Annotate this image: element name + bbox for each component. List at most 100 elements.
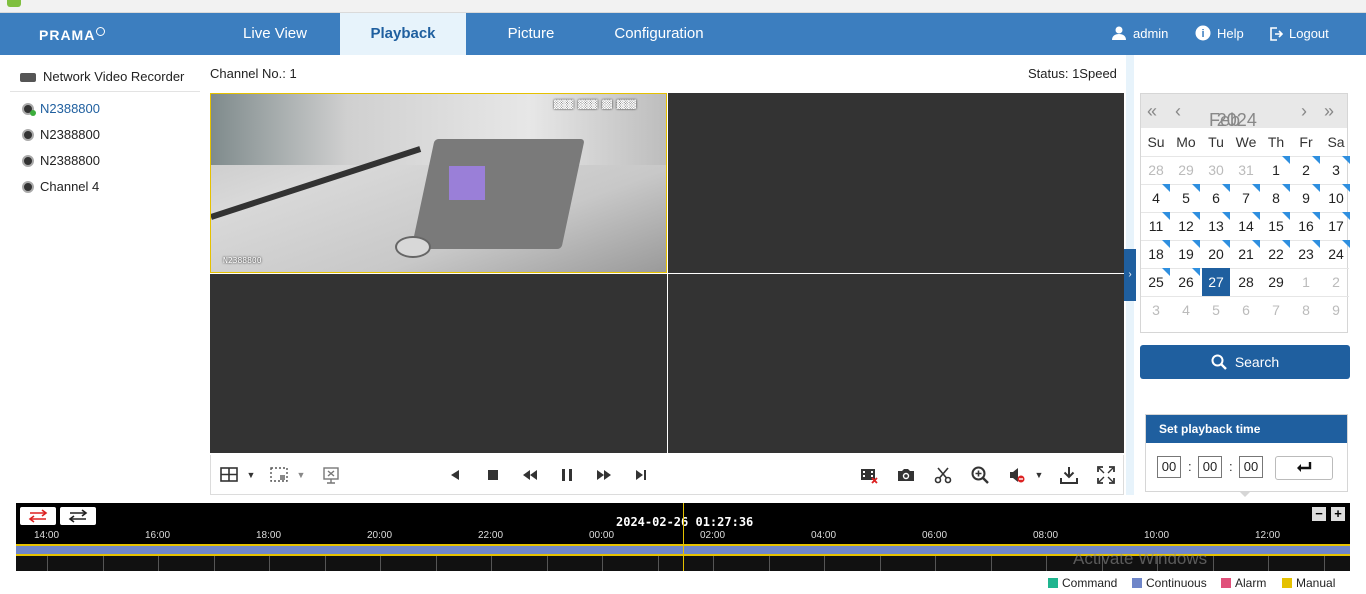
calendar-day[interactable]: 31 — [1232, 156, 1260, 184]
calendar-day[interactable]: 8 — [1262, 184, 1290, 212]
fullscreen-icon[interactable] — [1096, 465, 1116, 485]
next-month-icon[interactable]: › — [1301, 94, 1307, 128]
tree-item-channel-4[interactable]: Channel 4 — [10, 174, 200, 200]
timeline-scale-mark — [47, 556, 48, 571]
calendar-day[interactable]: 8 — [1292, 296, 1320, 324]
video-tile-2[interactable] — [668, 93, 1124, 273]
tree-item-channel-1[interactable]: N2388800 — [10, 96, 200, 122]
calendar-day[interactable]: 30 — [1202, 156, 1230, 184]
video-tile-4[interactable] — [668, 274, 1124, 453]
calendar-day[interactable]: 5 — [1172, 184, 1200, 212]
prev-month-icon[interactable]: ‹ — [1175, 94, 1181, 128]
calendar-day[interactable]: 21 — [1232, 240, 1260, 268]
collapse-panel-chevron-icon[interactable]: › — [1124, 249, 1136, 301]
calendar-day[interactable]: 28 — [1232, 268, 1260, 296]
tree-item-channel-2[interactable]: N2388800 — [10, 122, 200, 148]
help-link[interactable]: i Help — [1195, 13, 1244, 55]
fast-forward-icon[interactable] — [594, 465, 614, 485]
stop-icon[interactable] — [483, 465, 503, 485]
tab-live-view[interactable]: Live View — [211, 13, 339, 55]
calendar-day[interactable]: 23 — [1292, 240, 1320, 268]
calendar-day[interactable]: 27 — [1202, 268, 1230, 296]
video-tile-3[interactable] — [210, 274, 667, 453]
calendar-day[interactable]: 6 — [1232, 296, 1260, 324]
calendar-day[interactable]: 20 — [1202, 240, 1230, 268]
logout-link[interactable]: Logout — [1269, 13, 1329, 55]
audio-muted-icon[interactable] — [1007, 465, 1027, 485]
camera-frame — [211, 94, 666, 272]
timeline-scale-mark — [1323, 556, 1325, 571]
calendar-day[interactable]: 3 — [1142, 296, 1170, 324]
calendar-day[interactable]: 25 — [1142, 268, 1170, 296]
layout-grid-icon[interactable] — [219, 465, 239, 485]
apply-time-button[interactable] — [1275, 456, 1333, 480]
calendar-day[interactable]: 4 — [1172, 296, 1200, 324]
calendar-day[interactable]: 3 — [1322, 156, 1350, 184]
calendar-day[interactable]: 10 — [1322, 184, 1350, 212]
calendar-day[interactable]: 13 — [1202, 212, 1230, 240]
calendar-day[interactable]: 9 — [1322, 296, 1350, 324]
tab-picture[interactable]: Picture — [468, 13, 594, 55]
calendar-day[interactable]: 16 — [1292, 212, 1320, 240]
zoom-in-icon[interactable]: + — [1331, 507, 1345, 521]
legend-item: Command — [1048, 576, 1117, 590]
calendar-day[interactable]: 6 — [1202, 184, 1230, 212]
calendar-day[interactable]: 24 — [1322, 240, 1350, 268]
calendar-day[interactable]: 22 — [1262, 240, 1290, 268]
slow-forward-icon[interactable] — [520, 465, 540, 485]
audio-dropdown-chevron-icon[interactable]: ▼ — [1029, 465, 1049, 485]
calendar-day[interactable]: 26 — [1172, 268, 1200, 296]
prev-year-icon[interactable]: « — [1147, 94, 1157, 128]
stop-recording-icon[interactable] — [859, 465, 879, 485]
calendar-day[interactable]: 7 — [1232, 184, 1260, 212]
calendar-day[interactable]: 17 — [1322, 212, 1350, 240]
minute-input[interactable]: 00 — [1198, 456, 1222, 478]
pause-icon[interactable] — [557, 465, 577, 485]
hour-input[interactable]: 00 — [1157, 456, 1181, 478]
reverse-play-icon[interactable] — [445, 465, 465, 485]
stop-all-icon[interactable] — [321, 465, 341, 485]
calendar-day[interactable]: 2 — [1292, 156, 1320, 184]
video-tile-1[interactable]: ▓▓▓▓ ▓▓▓▓ ▓▓ ▓▓▓▓ N2388800 — [210, 93, 667, 273]
calendar-day[interactable]: 19 — [1172, 240, 1200, 268]
single-frame-icon[interactable] — [631, 465, 651, 485]
next-year-icon[interactable]: » — [1324, 94, 1334, 128]
timeline-expand-button[interactable] — [60, 507, 96, 525]
calendar-day[interactable]: 12 — [1172, 212, 1200, 240]
weekday-header: Su — [1147, 134, 1165, 150]
calendar-day[interactable]: 7 — [1262, 296, 1290, 324]
zoom-out-icon[interactable]: − — [1312, 507, 1326, 521]
tree-root-nvr[interactable]: Network Video Recorder — [10, 62, 200, 92]
tab-configuration[interactable]: Configuration — [596, 13, 722, 55]
calendar-day[interactable]: 2 — [1322, 268, 1350, 296]
download-icon[interactable] — [1059, 465, 1079, 485]
calendar-day[interactable]: 14 — [1232, 212, 1260, 240]
calendar-day[interactable]: 11 — [1142, 212, 1170, 240]
timeline-shrink-button[interactable] — [20, 507, 56, 525]
second-input[interactable]: 00 — [1239, 456, 1263, 478]
calendar-day[interactable]: 4 — [1142, 184, 1170, 212]
digital-zoom-icon[interactable] — [970, 465, 990, 485]
capture-camera-icon[interactable] — [896, 465, 916, 485]
calendar-day[interactable]: 1 — [1262, 156, 1290, 184]
search-button[interactable]: Search — [1140, 345, 1350, 379]
calendar-day[interactable]: 29 — [1262, 268, 1290, 296]
calendar-day[interactable]: 29 — [1172, 156, 1200, 184]
camera-icon — [22, 155, 34, 167]
calendar-day[interactable]: 28 — [1142, 156, 1170, 184]
calendar-day[interactable]: 15 — [1262, 212, 1290, 240]
date-calendar: « ‹ Feb 2024 › » Su Mo Tu We Th Fr Sa 28 29 30 31 1… — [1140, 93, 1350, 333]
calendar-day[interactable]: 5 — [1202, 296, 1230, 324]
layout-dropdown-chevron-icon[interactable]: ▼ — [241, 465, 261, 485]
timeline-cursor[interactable] — [683, 503, 684, 571]
calendar-day[interactable]: 18 — [1142, 240, 1170, 268]
clip-scissors-icon[interactable] — [933, 465, 953, 485]
calendar-day[interactable]: 9 — [1292, 184, 1320, 212]
window-dropdown-chevron-icon[interactable]: ▼ — [291, 465, 311, 485]
window-select-icon[interactable] — [269, 465, 289, 485]
timeline-tick-label: 22:00 — [478, 530, 504, 541]
tree-item-channel-3[interactable]: N2388800 — [10, 148, 200, 174]
tab-playback[interactable]: Playback — [340, 13, 466, 55]
user-menu[interactable]: admin — [1111, 13, 1168, 55]
calendar-day[interactable]: 1 — [1292, 268, 1320, 296]
